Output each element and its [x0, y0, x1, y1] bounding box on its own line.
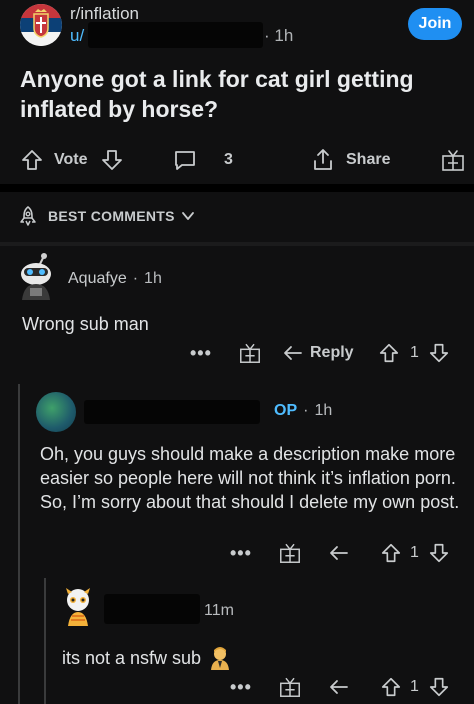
comment-1-award-button[interactable] — [238, 338, 262, 368]
comment-3-avatar[interactable] — [58, 586, 98, 626]
redacted-username — [88, 22, 263, 48]
section-divider — [0, 184, 474, 192]
comment-1-text: Wrong sub man — [22, 314, 149, 334]
upvote-icon — [379, 343, 399, 363]
comment-2-more-button[interactable]: ••• — [230, 538, 252, 568]
comment-1-downvote-button[interactable] — [428, 338, 450, 368]
comment-1-reply-label: Reply — [310, 344, 354, 361]
op-badge: OP — [274, 402, 298, 419]
post-time: · 1h — [264, 26, 294, 45]
subreddit-avatar[interactable] — [20, 4, 62, 46]
comment-count: 3 — [224, 151, 233, 168]
reply-icon — [330, 680, 348, 694]
comment-2-downvote-button[interactable] — [428, 538, 450, 568]
post-upvote-button[interactable] — [20, 140, 44, 180]
sort-divider — [0, 242, 474, 246]
reply-icon — [330, 546, 348, 560]
comment-1-upvote-button[interactable] — [378, 338, 400, 368]
redacted-username — [84, 400, 260, 424]
comment-1-author[interactable]: Aquafye — [68, 270, 127, 288]
comment-3-more-button[interactable]: ••• — [230, 672, 252, 702]
vote-label: Vote — [54, 151, 88, 168]
comment-1-reply-button[interactable]: Reply — [282, 338, 354, 368]
comment-2-time: 1h — [314, 402, 333, 419]
comment-1-more-button[interactable]: ••• — [190, 338, 212, 368]
comment-1-score: 1 — [410, 344, 419, 361]
post-title[interactable]: Anyone got a link for cat girl getting i… — [20, 64, 460, 124]
comment-icon — [175, 151, 195, 170]
subreddit-name[interactable]: r/inflation — [70, 4, 139, 24]
comment-2-award-button[interactable] — [278, 538, 302, 568]
share-label: Share — [346, 151, 391, 168]
join-button[interactable]: Join — [408, 8, 462, 40]
redacted-username — [104, 594, 200, 624]
comment-3-meta: 11m — [204, 602, 234, 620]
post-award-button[interactable] — [440, 140, 466, 180]
share-icon — [314, 149, 332, 170]
comment-1-actions: ••• Reply 1 — [0, 338, 474, 368]
post-actions: Vote 3 Share — [0, 140, 474, 180]
comment-3-body: its not a nsfw sub — [62, 646, 442, 670]
comment-2-meta: OP · 1h — [274, 402, 333, 419]
comment-1-meta: Aquafye · 1h — [68, 270, 162, 288]
comments-button[interactable]: 3 — [172, 140, 233, 180]
sort-label: BEST COMMENTS — [48, 208, 175, 224]
comment-2-score: 1 — [410, 544, 419, 561]
comment-3-award-button[interactable] — [278, 672, 302, 702]
comment-2-actions: ••• 1 — [0, 538, 474, 568]
award-icon — [280, 677, 300, 697]
comment-3-downvote-button[interactable] — [428, 672, 450, 702]
downvote-icon — [429, 343, 449, 363]
sort-selector[interactable]: BEST COMMENTS — [0, 192, 474, 240]
award-icon — [280, 543, 300, 563]
downvote-icon — [102, 150, 122, 170]
comment-3-reply-button[interactable] — [328, 672, 350, 702]
comment-2-text: Oh, you guys should make a description m… — [40, 444, 460, 512]
award-icon — [240, 343, 260, 363]
upvote-icon — [381, 677, 401, 697]
person-emoji-icon — [211, 647, 230, 670]
upvote-icon — [381, 543, 401, 563]
chevron-down-icon — [181, 212, 194, 220]
upvote-icon — [22, 150, 42, 170]
comment-1-time: 1h — [144, 270, 162, 287]
downvote-icon — [429, 543, 449, 563]
reply-icon — [284, 346, 302, 360]
author-prefix[interactable]: u/ — [70, 26, 84, 46]
post-header: r/inflation u/ · 1h Join — [0, 0, 474, 50]
comment-2-reply-button[interactable] — [328, 538, 350, 568]
comment-2-avatar[interactable] — [36, 392, 76, 432]
comment-3-upvote-button[interactable] — [380, 672, 402, 702]
best-comments-icon — [20, 205, 36, 226]
comment-3-text: its not a nsfw sub — [62, 648, 202, 668]
comment-3-time: 11m — [204, 602, 234, 619]
comment-3-score: 1 — [410, 678, 419, 695]
comment-1-avatar[interactable] — [14, 252, 58, 300]
comment-3-actions: ••• 1 — [0, 672, 474, 702]
comment-2-upvote-button[interactable] — [380, 538, 402, 568]
award-icon — [442, 150, 464, 171]
post-time-value: 1h — [274, 26, 294, 45]
post-downvote-button[interactable] — [100, 140, 124, 180]
share-button[interactable]: Share — [310, 140, 390, 180]
downvote-icon — [429, 677, 449, 697]
